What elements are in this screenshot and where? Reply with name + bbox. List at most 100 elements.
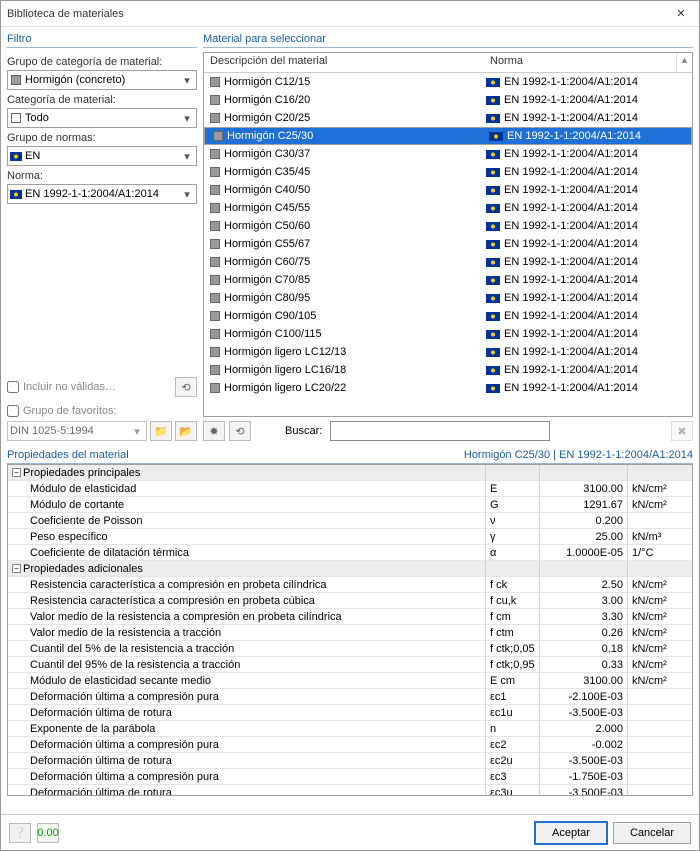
norm-select[interactable]: EN 1992-1-1:2004/A1:2014 ▾ [7, 184, 197, 204]
collapse-icon[interactable]: − [12, 468, 21, 477]
material-row[interactable]: Hormigón C20/25EN 1992-1-1:2004/A1:2014 [204, 109, 692, 127]
material-row[interactable]: Hormigón C55/67EN 1992-1-1:2004/A1:2014 [204, 235, 692, 253]
prop-value: 3.30 [540, 609, 628, 625]
material-row[interactable]: Hormigón C60/75EN 1992-1-1:2004/A1:2014 [204, 253, 692, 271]
props-selected: Hormigón C25/30 | EN 1992-1-1:2004/A1:20… [464, 449, 693, 461]
include-invalid-checkbox[interactable] [7, 381, 19, 393]
prop-label: Módulo de elasticidad [8, 481, 486, 497]
material-row[interactable]: Hormigón C50/60EN 1992-1-1:2004/A1:2014 [204, 217, 692, 235]
prop-label: Deformación última de rotura [8, 753, 486, 769]
collapse-icon[interactable]: − [12, 564, 21, 573]
material-row[interactable]: Hormigón C40/50EN 1992-1-1:2004/A1:2014 [204, 181, 692, 199]
prop-label: Cuantil del 5% de la resistencia a tracc… [8, 641, 486, 657]
units-button[interactable]: 0.00 [37, 823, 59, 843]
material-norm: EN 1992-1-1:2004/A1:2014 [504, 310, 638, 322]
chevron-down-icon: ▾ [180, 188, 194, 201]
eu-flag-icon [489, 132, 503, 141]
ok-button[interactable]: Aceptar [535, 822, 607, 844]
material-row[interactable]: Hormigón C35/45EN 1992-1-1:2004/A1:2014 [204, 163, 692, 181]
materials-table: Descripción del material Norma ▴ Hormigó… [203, 52, 693, 417]
material-norm: EN 1992-1-1:2004/A1:2014 [504, 184, 638, 196]
material-row[interactable]: Hormigón C90/105EN 1992-1-1:2004/A1:2014 [204, 307, 692, 325]
material-row[interactable]: Hormigón ligero LC16/18EN 1992-1-1:2004/… [204, 361, 692, 379]
concrete-icon [210, 365, 220, 375]
prop-unit: 1/°C [628, 545, 692, 561]
eu-flag-icon [486, 240, 500, 249]
material-row[interactable]: Hormigón C100/115EN 1992-1-1:2004/A1:201… [204, 325, 692, 343]
materials-section-title: Material para seleccionar [203, 31, 693, 48]
material-row[interactable]: Hormigón C45/55EN 1992-1-1:2004/A1:2014 [204, 199, 692, 217]
prop-unit [628, 753, 692, 769]
prop-label: Deformación última a compresión pura [8, 689, 486, 705]
materials-body[interactable]: Hormigón C12/15EN 1992-1-1:2004/A1:2014H… [204, 73, 692, 417]
eu-flag-icon [486, 366, 500, 375]
material-norm: EN 1992-1-1:2004/A1:2014 [504, 112, 638, 124]
material-row[interactable]: Hormigón C80/95EN 1992-1-1:2004/A1:2014 [204, 289, 692, 307]
material-row[interactable]: Hormigón ligero LC20/22EN 1992-1-1:2004/… [204, 379, 692, 397]
close-button[interactable]: ✕ [669, 4, 693, 24]
material-row[interactable]: Hormigón C12/15EN 1992-1-1:2004/A1:2014 [204, 73, 692, 91]
col-norm[interactable]: Norma [484, 53, 676, 72]
prop-value: 1.0000E-05 [540, 545, 628, 561]
prop-symbol: α [486, 545, 540, 561]
prop-symbol: E [486, 481, 540, 497]
footer: ❔ 0.00 Aceptar Cancelar [1, 814, 699, 850]
prop-group-header[interactable]: −Propiedades adicionales [8, 561, 692, 577]
eu-flag-icon [486, 330, 500, 339]
prop-unit [628, 721, 692, 737]
material-row[interactable]: Hormigón C70/85EN 1992-1-1:2004/A1:2014 [204, 271, 692, 289]
prop-label: Módulo de elasticidad secante medio [8, 673, 486, 689]
help-button[interactable]: ❔ [9, 823, 31, 843]
prop-symbol: εc2 [486, 737, 540, 753]
material-norm: EN 1992-1-1:2004/A1:2014 [504, 364, 638, 376]
concrete-icon [210, 257, 220, 267]
col-desc[interactable]: Descripción del material [204, 53, 484, 72]
include-invalid-label: Incluir no válidas… [23, 381, 116, 393]
material-norm: EN 1992-1-1:2004/A1:2014 [504, 94, 638, 106]
material-norm: EN 1992-1-1:2004/A1:2014 [504, 76, 638, 88]
material-row[interactable]: Hormigón C16/20EN 1992-1-1:2004/A1:2014 [204, 91, 692, 109]
chevron-down-icon: ▾ [130, 425, 144, 438]
prop-symbol: f cm [486, 609, 540, 625]
new-material-button[interactable]: ✸ [203, 421, 225, 441]
fav-group-checkbox[interactable] [7, 405, 19, 417]
prop-row: Resistencia característica a compresión … [8, 577, 692, 593]
prop-symbol: f ck [486, 577, 540, 593]
fav-add-button[interactable]: 📁 [150, 421, 172, 441]
grp-norm-select[interactable]: EN ▾ [7, 146, 197, 166]
delete-button[interactable]: ✖ [671, 421, 693, 441]
prop-symbol: ν [486, 513, 540, 529]
material-row[interactable]: Hormigón C30/37EN 1992-1-1:2004/A1:2014 [204, 145, 692, 163]
fav-select[interactable]: DIN 1025-5:1994 ▾ [7, 421, 147, 441]
prop-value: 1291.67 [540, 497, 628, 513]
grp-cat-select[interactable]: Hormigón (concreto) ▾ [7, 70, 197, 90]
prop-row: Exponente de la parábolan2.000 [8, 721, 692, 737]
material-desc: Hormigón C35/45 [224, 166, 310, 178]
prop-value: 0.200 [540, 513, 628, 529]
cancel-button[interactable]: Cancelar [613, 822, 691, 844]
material-norm: EN 1992-1-1:2004/A1:2014 [504, 346, 638, 358]
material-norm: EN 1992-1-1:2004/A1:2014 [504, 202, 638, 214]
all-icon [10, 112, 22, 124]
concrete-icon [210, 347, 220, 357]
prop-group-header[interactable]: −Propiedades principales [8, 465, 692, 481]
cat-select[interactable]: Todo ▾ [7, 108, 197, 128]
cat-label: Categoría de material: [7, 94, 197, 106]
prop-value: -3.500E-03 [540, 753, 628, 769]
concrete-icon [210, 383, 220, 393]
chevron-down-icon: ▾ [180, 74, 194, 87]
prop-symbol: n [486, 721, 540, 737]
material-norm: EN 1992-1-1:2004/A1:2014 [504, 238, 638, 250]
copy-material-button[interactable]: ⟲ [229, 421, 251, 441]
material-row[interactable]: Hormigón C25/30EN 1992-1-1:2004/A1:2014 [204, 127, 692, 145]
fav-remove-button[interactable]: 📂 [175, 421, 197, 441]
filter-clear-button[interactable]: ⟲ [175, 377, 197, 397]
concrete-icon [210, 77, 220, 87]
material-row[interactable]: Hormigón ligero LC12/13EN 1992-1-1:2004/… [204, 343, 692, 361]
concrete-icon [210, 275, 220, 285]
prop-row: Valor medio de la resistencia a tracción… [8, 625, 692, 641]
scroll-up-icon[interactable]: ▴ [676, 53, 692, 72]
material-norm: EN 1992-1-1:2004/A1:2014 [504, 148, 638, 160]
search-input[interactable] [330, 421, 550, 441]
prop-unit: kN/cm² [628, 577, 692, 593]
